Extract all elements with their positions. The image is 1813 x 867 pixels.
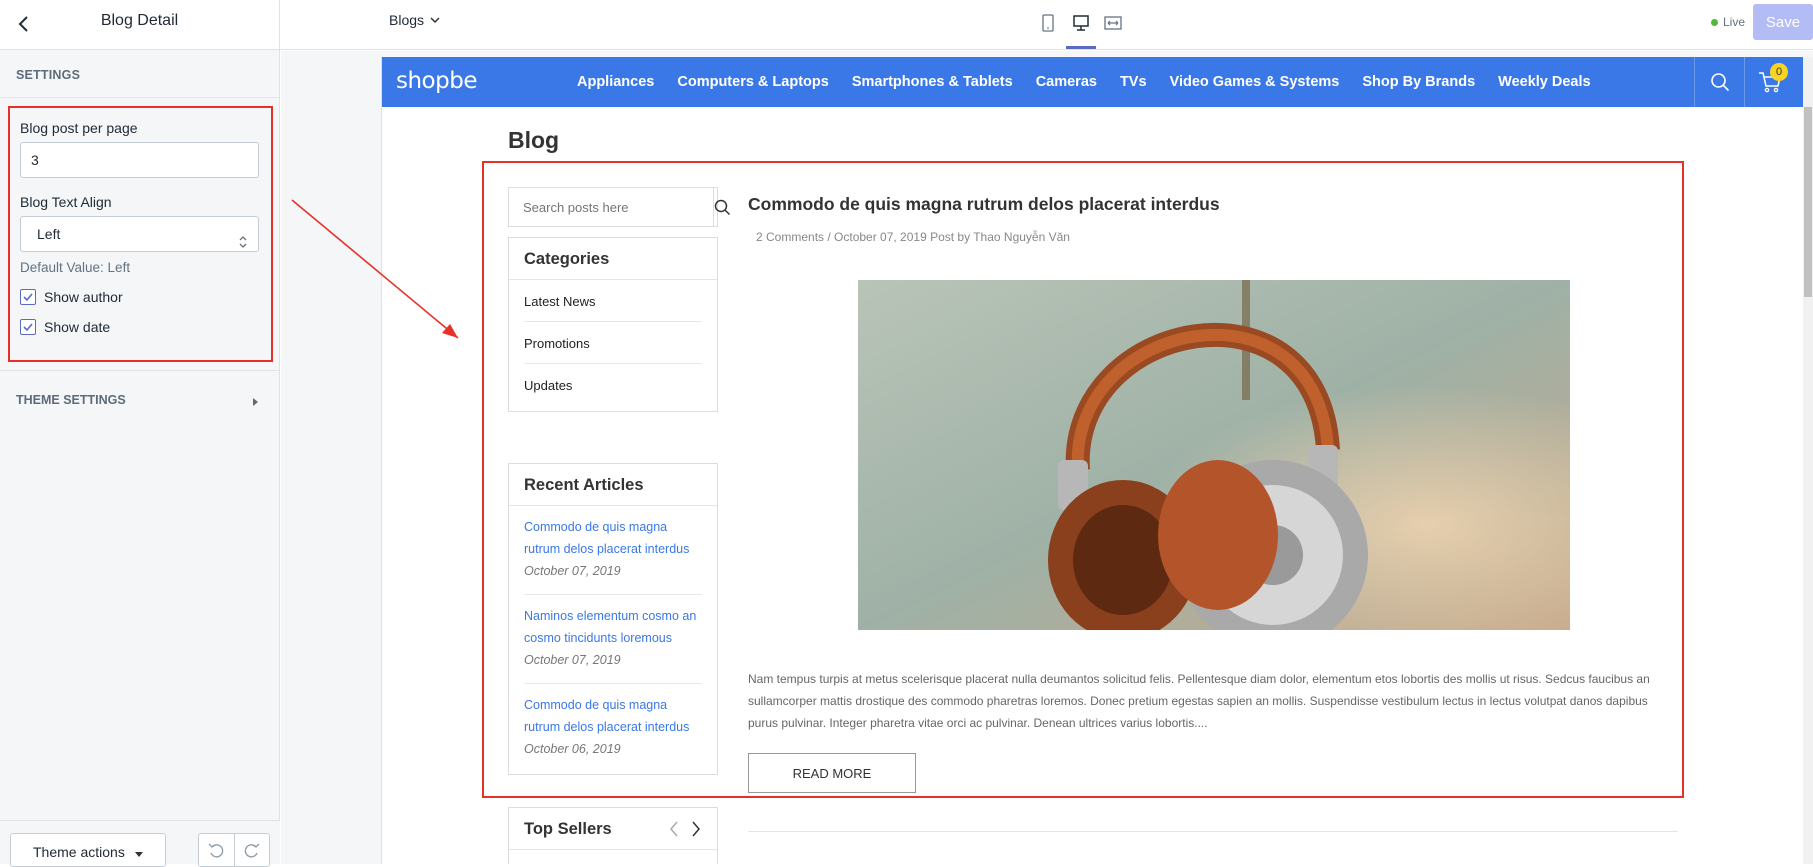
nav-item-video-games[interactable]: Video Games & Systems <box>1170 74 1340 90</box>
show-date-option[interactable]: Show date <box>20 319 259 335</box>
nav-item-brands[interactable]: Shop By Brands <box>1362 74 1475 90</box>
mobile-icon[interactable] <box>1037 12 1059 34</box>
theme-actions-label: Theme actions <box>33 844 125 860</box>
text-align-label: Blog Text Align <box>20 194 112 210</box>
text-align-hint: Default Value: Left <box>20 260 131 275</box>
sidebar-header: Blog Detail <box>0 0 279 50</box>
undo-redo-group <box>198 833 270 867</box>
nav-item-cameras[interactable]: Cameras <box>1036 74 1097 90</box>
top-sellers-nav <box>663 819 707 839</box>
post-title[interactable]: Commodo de quis magna rutrum delos place… <box>748 194 1220 215</box>
blog-settings-panel: Blog post per page Blog Text Align Left … <box>8 106 273 362</box>
show-author-label: Show author <box>44 289 123 305</box>
recent-articles-widget: Recent Articles Commodo de quis magna ru… <box>508 463 718 775</box>
page-select-dropdown[interactable]: Blogs <box>389 12 440 28</box>
main-nav: Appliances Computers & Laptops Smartphon… <box>577 57 1614 107</box>
search-input[interactable] <box>509 188 713 226</box>
recent-article-date: October 07, 2019 <box>524 564 621 578</box>
text-align-select[interactable]: Left <box>20 216 259 252</box>
content-divider <box>748 831 1678 832</box>
cart-icon[interactable]: 0 <box>1744 57 1794 107</box>
nav-item-computers[interactable]: Computers & Laptops <box>677 74 828 90</box>
preview-canvas: shopbe Appliances Computers & Laptops Sm… <box>281 51 1813 864</box>
recent-article-link[interactable]: Commodo de quis magna rutrum delos place… <box>524 516 702 560</box>
recent-article-date: October 06, 2019 <box>524 742 621 756</box>
search-button-icon[interactable] <box>713 188 731 226</box>
live-status: Live <box>1711 15 1745 29</box>
per-page-input[interactable] <box>20 142 259 178</box>
show-author-option[interactable]: Show author <box>20 289 259 305</box>
desktop-icon[interactable] <box>1070 12 1092 34</box>
chevron-down-icon <box>430 17 440 23</box>
recent-article-date: October 07, 2019 <box>524 653 621 667</box>
read-more-button[interactable]: READ MORE <box>748 753 916 793</box>
category-item[interactable]: Promotions <box>524 322 702 364</box>
recent-articles-title: Recent Articles <box>509 464 717 506</box>
post-featured-image[interactable] <box>858 280 1570 630</box>
checkmark-icon <box>23 323 33 332</box>
category-item[interactable]: Latest News <box>524 280 702 322</box>
theme-settings-label: THEME SETTINGS <box>16 393 126 407</box>
fullwidth-icon[interactable] <box>1102 12 1124 34</box>
text-align-value: Left <box>37 226 61 242</box>
undo-icon[interactable] <box>199 834 235 866</box>
redo-icon[interactable] <box>235 834 270 866</box>
sidebar-footer: Theme actions <box>0 820 280 867</box>
show-date-label: Show date <box>44 319 111 335</box>
post-meta: 2 Comments / October 07, 2019 Post by Th… <box>756 230 1070 244</box>
category-item[interactable]: Updates <box>524 364 702 406</box>
editor-topbar: Blogs Live Save <box>281 0 1813 50</box>
show-date-checkbox[interactable] <box>20 319 36 335</box>
theme-actions-button[interactable]: Theme actions <box>10 833 166 867</box>
blog-search <box>508 187 731 227</box>
theme-settings-toggle[interactable]: THEME SETTINGS <box>0 370 280 416</box>
save-button[interactable]: Save <box>1753 4 1813 40</box>
nav-item-tvs[interactable]: TVs <box>1120 74 1147 90</box>
settings-heading: SETTINGS <box>0 50 279 98</box>
store-logo[interactable]: shopbe <box>396 68 477 94</box>
live-dot-icon <box>1711 18 1718 26</box>
top-sellers-widget: Top Sellers <box>508 807 718 864</box>
per-page-label: Blog post per page <box>20 120 138 136</box>
cart-count-badge: 0 <box>1770 63 1788 81</box>
show-author-checkbox[interactable] <box>20 289 36 305</box>
chevron-right-icon[interactable] <box>685 819 707 839</box>
page-title: Blog <box>508 127 560 153</box>
recent-article: Commodo de quis magna rutrum delos place… <box>524 506 702 595</box>
recent-article: Commodo de quis magna rutrum delos place… <box>524 684 702 773</box>
sidebar-title: Blog Detail <box>100 12 179 29</box>
nav-item-deals[interactable]: Weekly Deals <box>1498 74 1590 90</box>
chevron-left-icon[interactable] <box>663 819 685 839</box>
nav-item-smartphones[interactable]: Smartphones & Tablets <box>852 74 1013 90</box>
checkmark-icon <box>23 293 33 302</box>
scrollbar-thumb[interactable] <box>1804 107 1812 297</box>
categories-widget: Categories Latest News Promotions Update… <box>508 237 718 412</box>
recent-article: Naminos elementum cosmo an cosmo tincidu… <box>524 595 702 684</box>
nav-item-appliances[interactable]: Appliances <box>577 74 654 90</box>
active-device-indicator <box>1066 46 1096 49</box>
recent-article-link[interactable]: Commodo de quis magna rutrum delos place… <box>524 694 702 738</box>
categories-title: Categories <box>509 238 717 280</box>
live-label: Live <box>1723 15 1746 29</box>
recent-article-link[interactable]: Naminos elementum cosmo an cosmo tincidu… <box>524 605 702 649</box>
header-icons: 0 <box>1694 57 1794 107</box>
caret-down-icon <box>135 852 143 857</box>
theme-editor-sidebar: Blog Detail SETTINGS Blog post per page … <box>0 0 280 867</box>
storefront-preview: shopbe Appliances Computers & Laptops Sm… <box>381 57 1813 864</box>
select-caret-icon <box>238 227 248 248</box>
preview-scrollbar[interactable] <box>1803 57 1813 864</box>
store-header: shopbe Appliances Computers & Laptops Sm… <box>382 57 1804 107</box>
search-icon[interactable] <box>1694 57 1744 107</box>
caret-right-icon <box>253 398 258 406</box>
post-excerpt: Nam tempus turpis at metus scelerisque p… <box>748 672 1650 730</box>
page-select-value: Blogs <box>389 12 425 28</box>
